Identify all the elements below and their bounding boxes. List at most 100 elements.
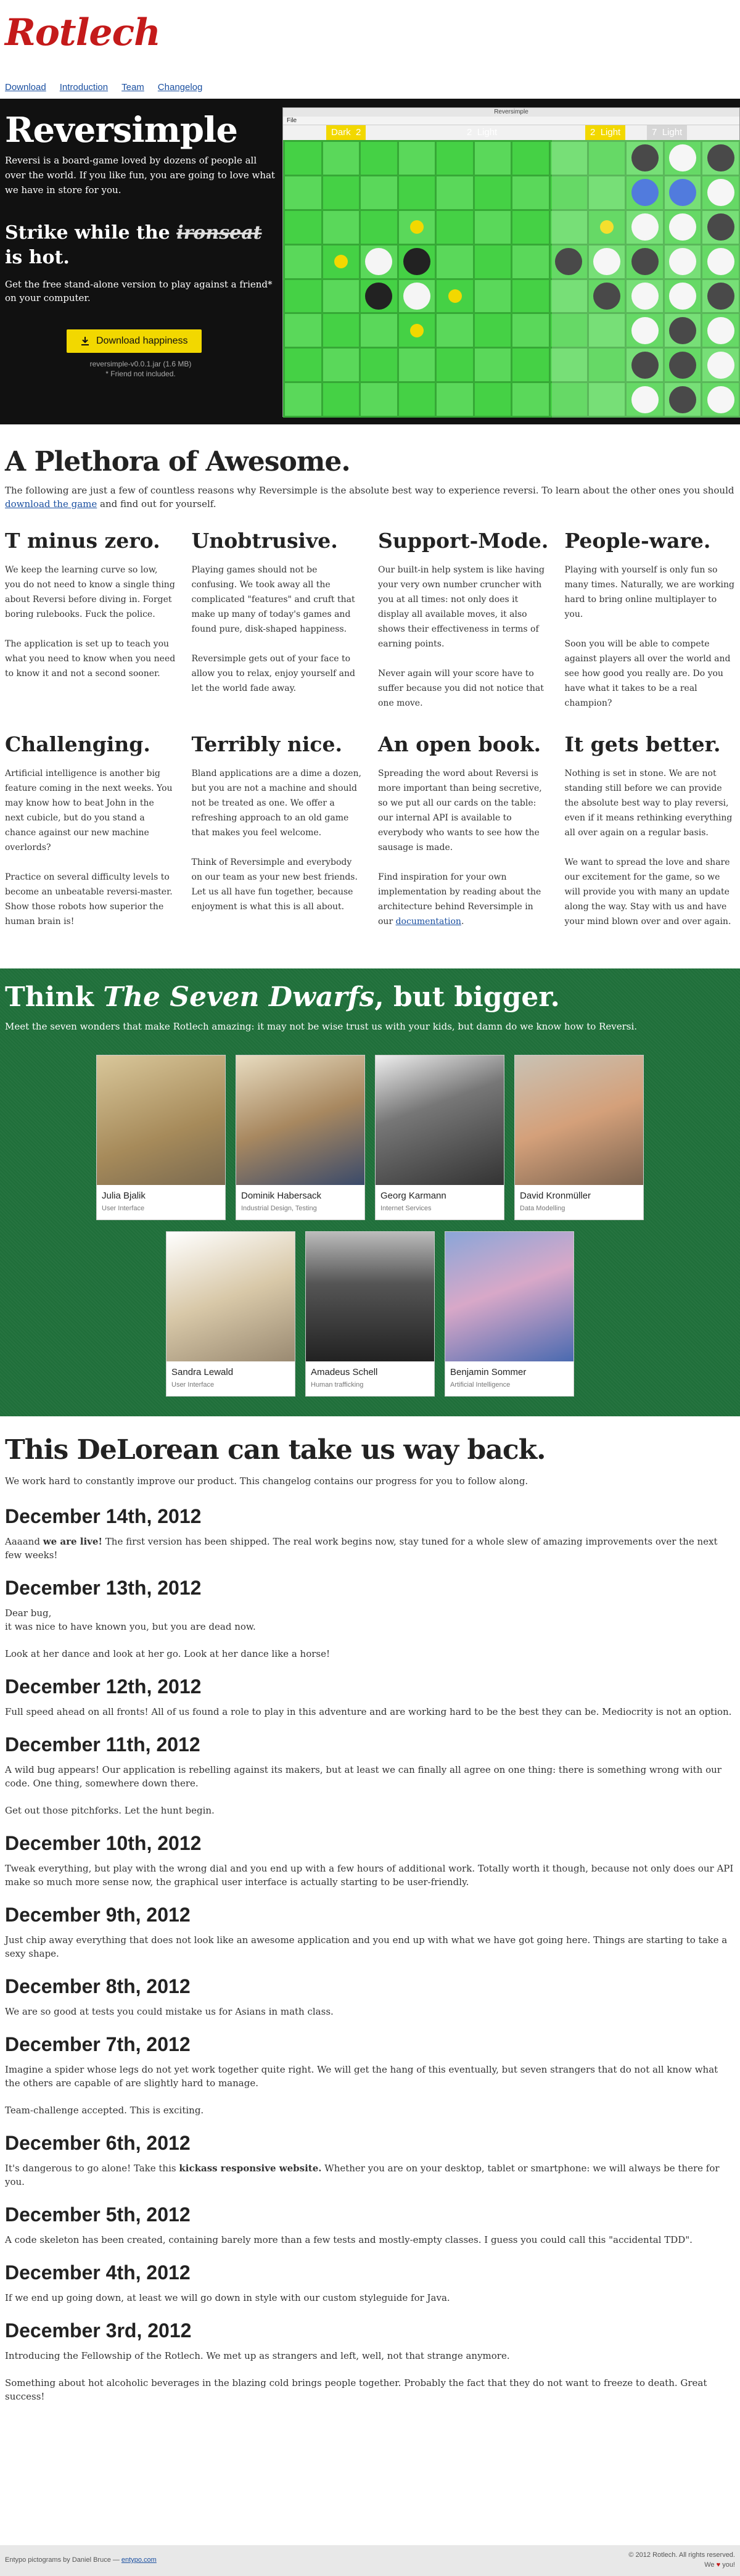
entry-date: December 5th, 2012 bbox=[5, 2203, 191, 2226]
features-section: A Plethora of Awesome. The following are… bbox=[0, 445, 740, 950]
feature-text: Soon you will be able to compete against… bbox=[564, 639, 731, 708]
nav-changelog[interactable]: Changelog bbox=[158, 80, 203, 95]
logo[interactable]: Rotlech bbox=[5, 11, 735, 54]
board-cell bbox=[323, 210, 360, 244]
feature-text: Nothing is set in stone. We are not stan… bbox=[564, 769, 733, 838]
member-name: Georg Karmann bbox=[380, 1191, 446, 1201]
file-info: reversimple-v0.0.1.jar (1.6 MB) bbox=[89, 360, 192, 368]
move-hint bbox=[410, 220, 424, 234]
member-role: User Interface bbox=[102, 1205, 145, 1212]
team-row-1: Julia Bjalik User Interface Dominik Habe… bbox=[0, 1055, 740, 1220]
board-cell bbox=[323, 176, 360, 209]
entry-date: December 10th, 2012 bbox=[5, 1832, 202, 1854]
board-cell bbox=[512, 314, 549, 347]
board-cell bbox=[474, 349, 511, 382]
member-role: User Interface bbox=[171, 1381, 215, 1389]
member-photo bbox=[515, 1055, 643, 1185]
member-photo bbox=[236, 1055, 364, 1185]
feature-text: We keep the learning curve so low, you d… bbox=[5, 565, 175, 619]
entypo-link[interactable]: entypo.com bbox=[121, 2556, 157, 2564]
feature-title: Challenging. bbox=[5, 732, 150, 756]
entry-date: December 14th, 2012 bbox=[5, 1505, 202, 1527]
board-cell bbox=[512, 210, 549, 244]
board-cell bbox=[474, 176, 511, 209]
board-cell bbox=[437, 245, 473, 278]
board-cell bbox=[474, 245, 511, 278]
board-cell bbox=[361, 314, 397, 347]
member-card: David Kronmüller Data Modelling bbox=[514, 1055, 644, 1220]
board-cell bbox=[323, 142, 360, 175]
board-cell bbox=[437, 279, 473, 313]
board-cell bbox=[361, 279, 397, 313]
feature-support-mode: Support-Mode. Our built-in help system is… bbox=[378, 528, 549, 725]
board-cell bbox=[437, 210, 473, 244]
entry-text: Full speed ahead on all fronts! All of u… bbox=[5, 1706, 732, 1717]
member-role: Industrial Design, Testing bbox=[241, 1205, 317, 1212]
hero-title: Reversimple bbox=[5, 110, 238, 151]
disc-black bbox=[365, 282, 393, 310]
ghost-score-2: 7 Light bbox=[647, 125, 688, 140]
documentation-link[interactable]: documentation bbox=[396, 917, 461, 927]
feature-text: Find inspiration for your own implementa… bbox=[378, 872, 541, 927]
board-cell bbox=[474, 383, 511, 416]
page: Rotlech Download Introduction Team Chang… bbox=[0, 0, 740, 2576]
hero-strike-heading: Strike while the ironseat is hot. bbox=[5, 222, 262, 268]
changelog-entry: December 13th, 2012 Dear bug, it was nice … bbox=[5, 1575, 735, 1661]
changelog-title: This DeLorean can take us way back. bbox=[5, 1434, 546, 1466]
feature-challenging: Challenging. Artificial intelligence is a… bbox=[5, 732, 176, 944]
nav-introduction[interactable]: Introduction bbox=[60, 80, 108, 95]
entry-date: December 8th, 2012 bbox=[5, 1975, 191, 1997]
footer-right: © 2012 Rotlech. All rights reserved. We … bbox=[628, 2550, 735, 2570]
ghost-score-1: 2 Light bbox=[585, 125, 626, 140]
entry-text: We are so good at tests you could mistak… bbox=[5, 2006, 334, 2017]
entry-date: December 6th, 2012 bbox=[5, 2132, 191, 2154]
ghost-overlay bbox=[552, 140, 740, 418]
board-cell bbox=[474, 210, 511, 244]
download-button-label: Download happiness bbox=[96, 336, 188, 346]
entry-text: Look at her dance and look at her go. Lo… bbox=[5, 1648, 331, 1659]
feature-unobtrusive: Unobtrusive. Playing games should not be … bbox=[192, 528, 363, 725]
feature-text: The application is set up to teach you w… bbox=[5, 639, 176, 679]
changelog-section: This DeLorean can take us way back. We w… bbox=[0, 1416, 740, 2403]
download-button[interactable]: Download happiness bbox=[67, 329, 202, 353]
board-cell bbox=[285, 245, 321, 278]
nav-download[interactable]: Download bbox=[5, 80, 46, 95]
download-game-link[interactable]: download the game bbox=[5, 498, 97, 510]
entry-text: Aaaand we are live! The first version ha… bbox=[5, 1536, 718, 1561]
board-cell bbox=[398, 349, 435, 382]
feature-text: Playing games should not be confusing. W… bbox=[191, 565, 355, 634]
feature-title: It gets better. bbox=[564, 732, 721, 756]
board-cell bbox=[361, 383, 397, 416]
member-role: Data Modelling bbox=[520, 1205, 565, 1212]
member-name: Amadeus Schell bbox=[311, 1367, 378, 1377]
board-cell bbox=[437, 349, 473, 382]
footnote: * Friend not included. bbox=[105, 369, 176, 378]
feature-text: Reversimple gets out of your face to all… bbox=[191, 654, 355, 693]
board-cell bbox=[437, 383, 473, 416]
copyright: © 2012 Rotlech. All rights reserved. bbox=[628, 2551, 735, 2559]
member-card: Benjamin Sommer Artificial Intelligence bbox=[445, 1231, 574, 1397]
features-title: A Plethora of Awesome. bbox=[5, 446, 351, 477]
changelog-entry: December 5th, 2012 A code skeleton has be… bbox=[5, 2202, 735, 2247]
entry-date: December 7th, 2012 bbox=[5, 2033, 191, 2055]
feature-title: T minus zero. bbox=[5, 529, 160, 553]
entry-date: December 11th, 2012 bbox=[5, 1733, 200, 1756]
board-cell bbox=[474, 279, 511, 313]
board-cell bbox=[437, 176, 473, 209]
feature-open-book: An open book. Spreading the word about Re… bbox=[378, 732, 549, 944]
board-cell bbox=[398, 176, 435, 209]
member-role: Human trafficking bbox=[311, 1381, 364, 1389]
board-cell bbox=[512, 349, 549, 382]
nav-team[interactable]: Team bbox=[121, 80, 144, 95]
score-bar: Dark 2 2 Light 2 Light 7 Light bbox=[283, 125, 739, 140]
board-cell bbox=[398, 210, 435, 244]
member-card: Amadeus Schell Human trafficking bbox=[305, 1231, 435, 1397]
board-cell bbox=[285, 176, 321, 209]
changelog-entry: December 7th, 2012 Imagine a spider whose… bbox=[5, 2032, 735, 2117]
changelog-entry: December 12th, 2012 Full speed ahead on a… bbox=[5, 1674, 735, 1719]
member-name: Sandra Lewald bbox=[171, 1367, 234, 1377]
member-name: Benjamin Sommer bbox=[450, 1367, 527, 1377]
member-card: Dominik Habersack Industrial Design, Tes… bbox=[236, 1055, 365, 1220]
board-cell bbox=[398, 279, 435, 313]
board-cell bbox=[437, 314, 473, 347]
